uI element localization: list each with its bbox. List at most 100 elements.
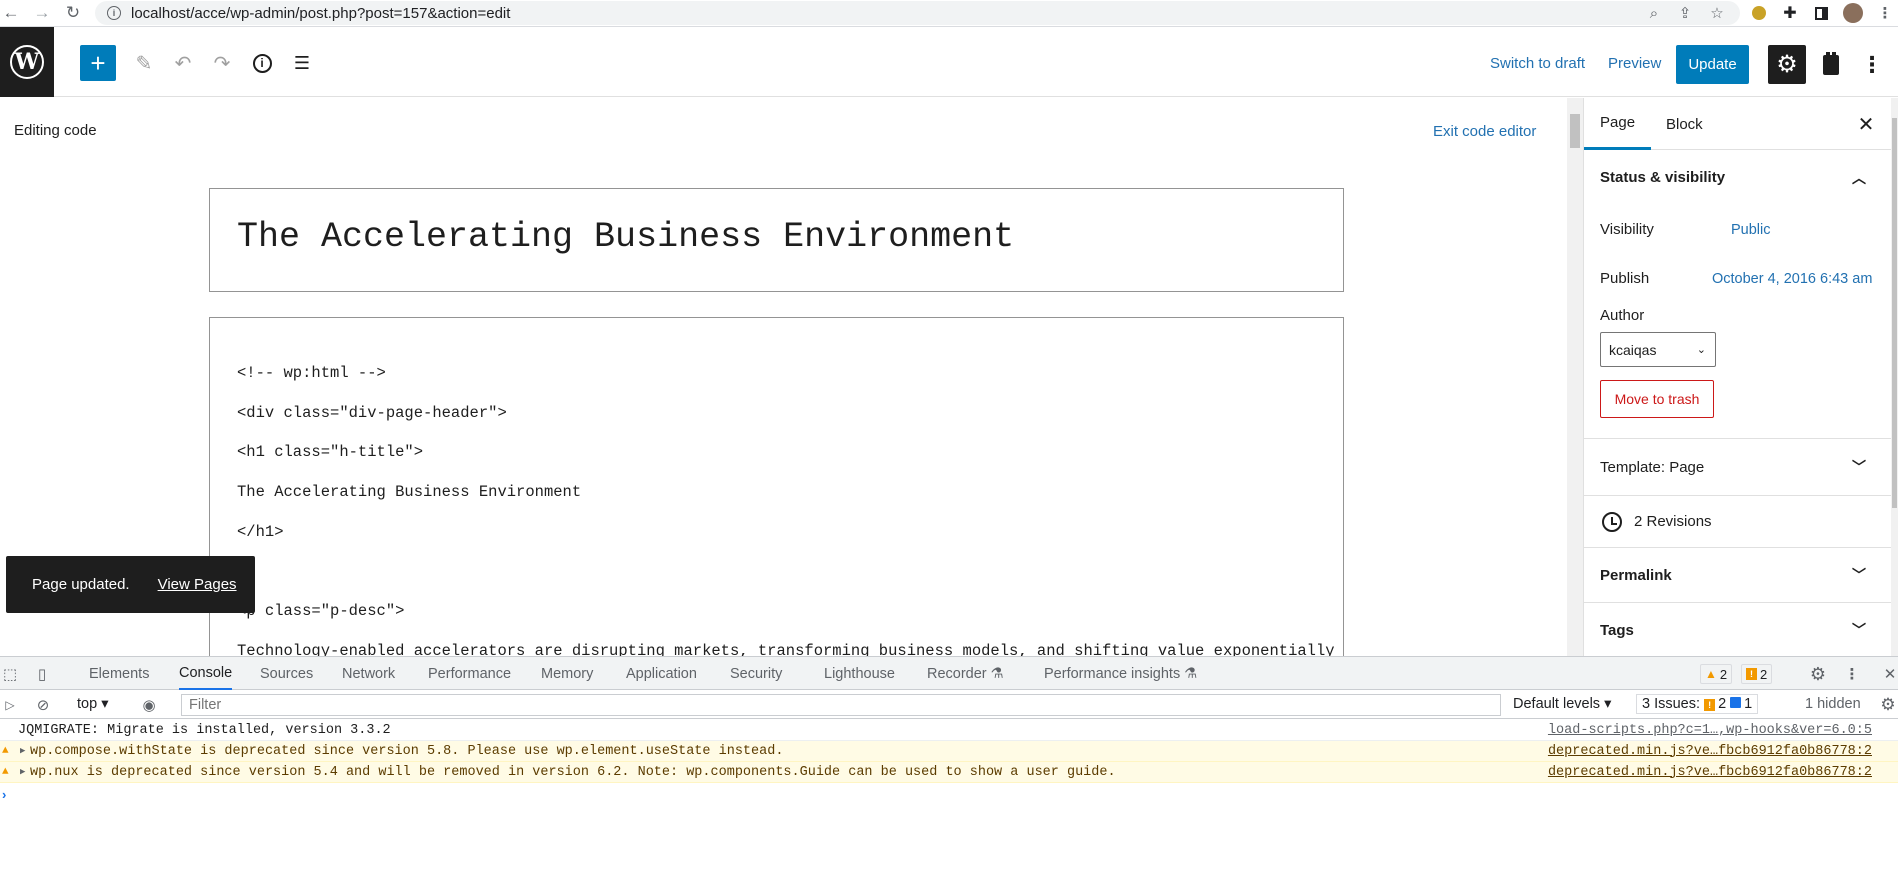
zoom-icon[interactable]: ⌕ xyxy=(1643,2,1665,24)
flask-icon: ⚗ xyxy=(1184,665,1198,682)
undo-icon[interactable]: ↶ xyxy=(169,49,197,77)
console-prompt-icon[interactable]: › xyxy=(2,787,6,802)
console-warning-row[interactable]: ▲ ▶ wp.compose.withState is deprecated s… xyxy=(0,741,1898,762)
issue-count: 2 xyxy=(1760,666,1768,682)
address-bar[interactable]: i localhost/acce/wp-admin/post.php?post=… xyxy=(95,1,1740,25)
sidebar-scrollbar[interactable] xyxy=(1891,98,1898,656)
tab-application[interactable]: Application xyxy=(626,657,697,690)
back-icon[interactable]: ← xyxy=(0,2,22,24)
warnings-badge[interactable]: ▲ 2 xyxy=(1700,664,1733,684)
expand-triangle-icon[interactable]: ▶ xyxy=(20,746,25,756)
edit-pencil-icon[interactable]: ✎ xyxy=(130,49,158,77)
publish-label: Publish xyxy=(1600,270,1650,287)
view-pages-link[interactable]: View Pages xyxy=(158,576,237,593)
tags-panel-toggle[interactable]: Tags ﹀ xyxy=(1584,603,1891,656)
list-view-icon[interactable]: ☰ xyxy=(288,49,316,77)
tab-lighthouse[interactable]: Lighthouse xyxy=(824,657,895,690)
close-icon[interactable]: ✕ xyxy=(1854,112,1878,136)
console-source-link[interactable]: load-scripts.php?c=1…,wp-hooks&ver=6.0:5 xyxy=(1548,723,1872,738)
console-settings-gear-icon[interactable]: ⚙ xyxy=(1878,695,1898,715)
panel-title: Template: Page xyxy=(1600,458,1705,476)
issues-counter[interactable]: 3 Issues: ! 2 1 xyxy=(1636,694,1759,714)
tab-security[interactable]: Security xyxy=(730,657,782,690)
extensions-puzzle-icon[interactable]: ✚ xyxy=(1779,2,1801,24)
side-panel-icon[interactable] xyxy=(1810,2,1832,24)
code-line: The Accelerating Business Environment xyxy=(237,483,582,502)
preview-button[interactable]: Preview xyxy=(1608,55,1661,72)
tab-performance-insights[interactable]: Performance insights ⚗ xyxy=(1044,657,1197,690)
visibility-label: Visibility xyxy=(1600,221,1654,238)
devtools-close-icon[interactable]: ✕ xyxy=(1880,664,1898,684)
console-source-link[interactable]: deprecated.min.js?ve…fbcb6912fa0b86778:2 xyxy=(1548,765,1872,780)
reload-icon[interactable]: ↻ xyxy=(62,2,84,24)
devtools-menu-icon[interactable]: ⋮ xyxy=(1842,664,1862,684)
code-line: </h1> xyxy=(237,522,284,541)
tab-sources[interactable]: Sources xyxy=(260,657,313,690)
details-info-icon[interactable]: i xyxy=(248,49,276,77)
switch-to-draft-button[interactable]: Switch to draft xyxy=(1490,55,1585,72)
console-log-row[interactable]: JQMIGRATE: Migrate is installed, version… xyxy=(0,720,1898,741)
tab-memory[interactable]: Memory xyxy=(541,657,593,690)
profile-avatar[interactable] xyxy=(1842,2,1864,24)
console-message-text: JQMIGRATE: Migrate is installed, version… xyxy=(18,722,391,738)
status-visibility-panel-toggle[interactable]: Status & visibility ︿ xyxy=(1584,150,1891,205)
expand-triangle-icon[interactable]: ▶ xyxy=(20,767,25,777)
tab-page[interactable]: Page xyxy=(1584,98,1652,150)
redo-icon[interactable]: ↷ xyxy=(208,49,236,77)
clear-console-icon[interactable]: ⊘ xyxy=(33,695,53,715)
log-levels-select[interactable]: Default levels ▾ xyxy=(1513,696,1611,712)
code-textarea[interactable]: <!-- wp:html --> <div class="div-page-he… xyxy=(209,317,1344,656)
forward-icon[interactable]: → xyxy=(31,2,53,24)
chrome-menu-icon[interactable]: ⋮ xyxy=(1874,2,1896,24)
warning-count: 2 xyxy=(1719,666,1728,682)
tab-performance[interactable]: Performance xyxy=(428,657,511,690)
live-expression-eye-icon[interactable]: ◉ xyxy=(139,695,159,715)
exit-code-editor-button[interactable]: Exit code editor xyxy=(1433,123,1536,140)
info-icon xyxy=(1730,697,1742,708)
issues-badge[interactable]: ! 2 xyxy=(1741,664,1773,684)
devtools-settings-gear-icon[interactable]: ⚙ xyxy=(1808,664,1828,684)
warning-icon: ▲ xyxy=(2,745,9,757)
post-title-field[interactable]: The Accelerating Business Environment xyxy=(209,188,1344,292)
update-button[interactable]: Update xyxy=(1676,45,1749,84)
tab-console[interactable]: Console xyxy=(179,657,233,690)
snackbar-message: Page updated. xyxy=(32,576,130,593)
chevron-down-icon: ﹀ xyxy=(1852,567,1866,583)
sidebar-toggle-icon[interactable]: ▷ xyxy=(0,695,20,715)
author-label: Author xyxy=(1600,307,1645,324)
issues-label: 3 Issues: xyxy=(1642,696,1701,712)
device-toolbar-icon[interactable]: ▯ xyxy=(32,664,52,684)
tab-block[interactable]: Block xyxy=(1650,98,1719,150)
visibility-toggle[interactable]: Public xyxy=(1731,222,1771,238)
tab-recorder[interactable]: Recorder ⚗ xyxy=(927,657,1004,690)
console-warning-row[interactable]: ▲ ▶ wp.nux is deprecated since version 5… xyxy=(0,762,1898,783)
tab-network[interactable]: Network xyxy=(342,657,395,690)
context-select[interactable]: top ▾ xyxy=(77,696,108,712)
devtools-panel: ⬚ ▯ Elements Console Sources Network Per… xyxy=(0,656,1898,881)
template-panel-toggle[interactable]: Template: Page ﹀ xyxy=(1584,438,1891,496)
snackbar-notice: Page updated. View Pages xyxy=(6,556,255,613)
author-select[interactable]: kcaiqas ⌄ xyxy=(1600,332,1716,367)
site-info-icon[interactable]: i xyxy=(107,6,121,20)
inspect-element-icon[interactable]: ⬚ xyxy=(0,664,20,684)
options-menu-icon[interactable]: ⋮ xyxy=(1860,45,1884,84)
chevron-down-icon: ﹀ xyxy=(1852,622,1866,638)
tab-elements[interactable]: Elements xyxy=(89,657,149,690)
url-text: localhost/acce/wp-admin/post.php?post=15… xyxy=(131,4,511,22)
console-source-link[interactable]: deprecated.min.js?ve…fbcb6912fa0b86778:2 xyxy=(1548,744,1872,759)
permalink-panel-toggle[interactable]: Permalink ﹀ xyxy=(1584,548,1891,603)
extension-icon[interactable] xyxy=(1748,2,1770,24)
wordpress-logo[interactable]: W xyxy=(0,27,54,97)
revisions-link[interactable]: 2 Revisions xyxy=(1584,496,1891,548)
console-filter-input[interactable] xyxy=(181,694,1501,716)
editor-scrollbar[interactable] xyxy=(1567,98,1583,656)
share-icon[interactable]: ⇪ xyxy=(1674,2,1696,24)
plugin-icon[interactable] xyxy=(1814,45,1848,84)
settings-gear-icon[interactable]: ⚙ xyxy=(1768,45,1806,84)
add-block-button[interactable]: + xyxy=(80,45,116,81)
bookmark-star-icon[interactable]: ☆ xyxy=(1706,2,1728,24)
tab-recorder-label: Recorder xyxy=(927,665,987,682)
settings-sidebar: Page Block ✕ Status & visibility ︿ Visib… xyxy=(1583,98,1891,656)
publish-date-toggle[interactable]: October 4, 2016 6:43 am xyxy=(1712,271,1872,287)
move-to-trash-button[interactable]: Move to trash xyxy=(1600,380,1714,418)
